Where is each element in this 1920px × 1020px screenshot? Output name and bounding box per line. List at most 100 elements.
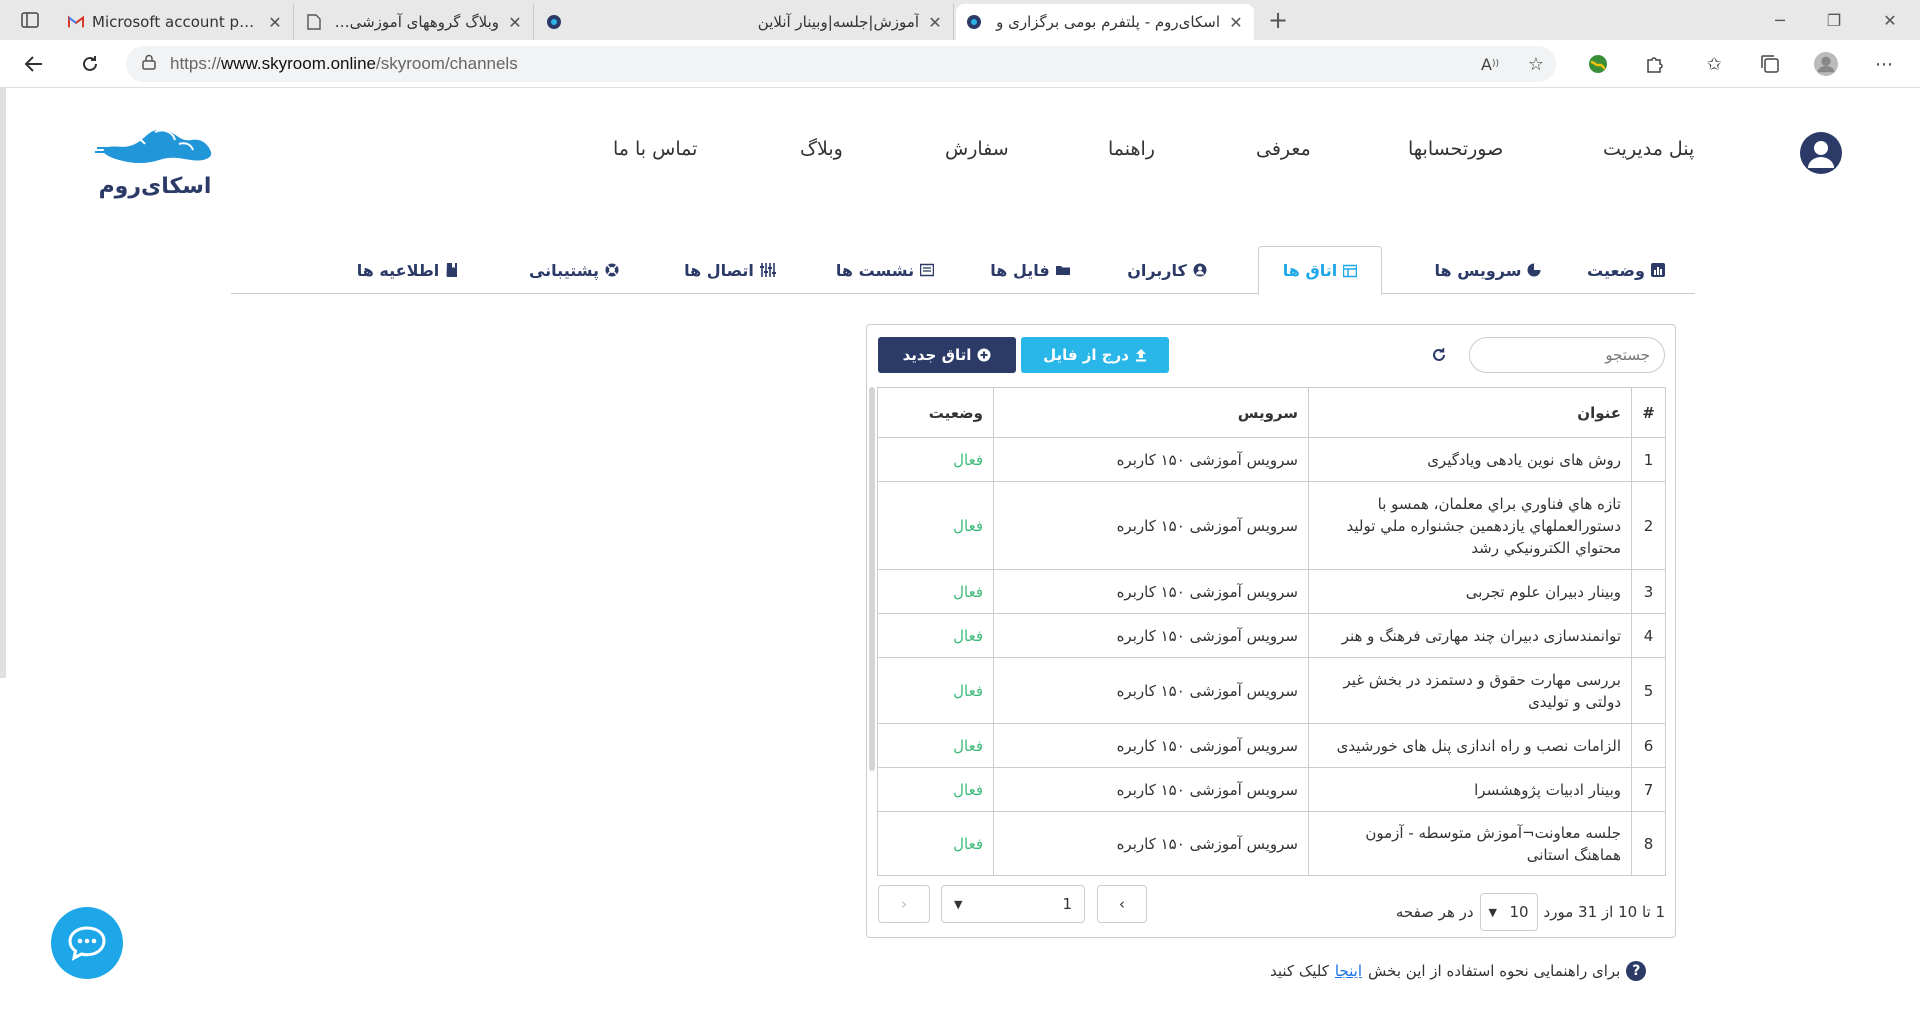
next-page-button[interactable]: ›	[1097, 885, 1147, 923]
rooms-panel: درج از فایل اتاق جدید # عنوان سرویس وضعی…	[866, 324, 1676, 938]
tab-users[interactable]: کاربران	[1107, 246, 1227, 294]
add-favorite-icon[interactable]: ☆	[1524, 52, 1548, 76]
skyroom-logo[interactable]: اسکای‌روم	[90, 118, 220, 199]
row-service: سرویس آموزشی ۱۵۰ کاربره	[993, 657, 1309, 724]
plus-circle-icon	[977, 348, 991, 362]
tab-sessions[interactable]: نشست ها	[825, 246, 945, 294]
tab-announcements[interactable]: اطلاعیه ها	[343, 246, 473, 294]
minimize-icon[interactable]: ─	[1752, 0, 1808, 40]
browser-tab-4[interactable]: اسکای‌روم - پلتفرم بومی برگزاری و ✕	[956, 4, 1254, 40]
tab-files[interactable]: فایل ها	[975, 246, 1085, 294]
col-header-service[interactable]: سرویس	[993, 387, 1309, 438]
browser-profile-icon[interactable]	[1814, 52, 1838, 76]
per-page-select[interactable]: ▼ 10	[1479, 893, 1538, 931]
lock-icon[interactable]	[142, 54, 156, 75]
url-field[interactable]: https://www.skyroom.online/skyroom/chann…	[126, 46, 1556, 82]
table-scrollbar[interactable]	[869, 387, 875, 771]
table-header-row: # عنوان سرویس وضعیت	[877, 387, 1666, 438]
extensions-puzzle-icon[interactable]	[1642, 52, 1666, 76]
prev-page-button[interactable]: ‹	[878, 885, 930, 923]
row-status: فعال	[877, 613, 994, 658]
nav-contact[interactable]: تماس با ما	[613, 138, 697, 168]
section-tabs: وضعیت سرویس ها اتاق ها کاربران فایل ها ن…	[231, 246, 1695, 295]
row-title[interactable]: الزامات نصب و راه اندازی پنل های خورشیدی	[1308, 723, 1632, 768]
favorites-icon[interactable]: ✩	[1702, 52, 1726, 76]
table-row[interactable]: 1 روش های نوین یادهی ویادگیری سرویس آموز…	[877, 437, 1666, 482]
more-menu-icon[interactable]: ⋯	[1872, 52, 1896, 76]
pagination-info: 1 تا 10 از 31 مورد ▼ 10 در هر صفحه	[1396, 893, 1665, 931]
search-input[interactable]	[1469, 337, 1665, 373]
row-title[interactable]: توانمندسازی دبیران چند مهارتی فرهنگ و هن…	[1308, 613, 1632, 658]
close-icon[interactable]: ✕	[1228, 13, 1244, 32]
tab-services[interactable]: سرویس ها	[1423, 246, 1553, 294]
row-status: فعال	[877, 767, 994, 812]
new-room-button[interactable]: اتاق جدید	[878, 337, 1016, 373]
browser-tab-2[interactable]: وبلاگ گروههای آموزشی استان کردس ✕	[296, 4, 534, 40]
row-num: 7	[1631, 767, 1666, 812]
row-title[interactable]: وبینار دبیران علوم تجربی	[1308, 569, 1632, 614]
help-link[interactable]: اینجا	[1335, 962, 1362, 980]
row-service: سرویس آموزشی ۱۵۰ کاربره	[993, 811, 1309, 876]
close-icon[interactable]: ✕	[927, 13, 943, 32]
window-close-icon[interactable]: ✕	[1862, 0, 1918, 40]
row-title[interactable]: بررسی مهارت حقوق و دستمزد در بخش غیر دول…	[1308, 657, 1632, 724]
list-box-icon	[920, 263, 935, 277]
bar-chart-icon	[1650, 263, 1665, 277]
col-header-status[interactable]: وضعیت	[877, 387, 994, 438]
page-select[interactable]: ▼ 1	[941, 885, 1085, 923]
tab-status[interactable]: وضعیت	[1566, 246, 1686, 294]
chevron-left-icon: ‹	[901, 895, 907, 913]
table-row[interactable]: 3 وبینار دبیران علوم تجربی سرویس آموزشی …	[877, 569, 1666, 614]
range-text: 1 تا 10 از 31 مورد	[1543, 903, 1665, 921]
table-row[interactable]: 7 وبینار ادبیات پژوهشسرا سرویس آموزشی ۱۵…	[877, 767, 1666, 812]
row-service: سرویس آموزشی ۱۵۰ کاربره	[993, 437, 1309, 482]
table-row[interactable]: 5 بررسی مهارت حقوق و دستمزد در بخش غیر د…	[877, 657, 1666, 724]
nav-guide[interactable]: راهنما	[1108, 138, 1155, 168]
table-row[interactable]: 4 توانمندسازی دبیران چند مهارتی فرهنگ و …	[877, 613, 1666, 658]
nav-admin-panel[interactable]: پنل مدیریت	[1603, 138, 1694, 168]
row-service: سرویس آموزشی ۱۵۰ کاربره	[993, 723, 1309, 768]
new-tab-button[interactable]: +	[1262, 4, 1294, 36]
browser-tab-3[interactable]: آموزش|جلسه|وبینار آنلاین ✕	[536, 4, 954, 40]
tab-connections[interactable]: اتصال ها	[665, 246, 795, 294]
chat-widget-button[interactable]	[51, 907, 123, 979]
row-title[interactable]: جلسه معاونت¬آموزش متوسطه - آزمون هماهنگ …	[1308, 811, 1632, 876]
close-icon[interactable]: ✕	[267, 13, 283, 32]
close-icon[interactable]: ✕	[507, 13, 523, 32]
reload-icon[interactable]	[74, 48, 106, 80]
folder-icon	[1055, 266, 1070, 275]
upload-icon	[1135, 349, 1146, 362]
row-status: فعال	[877, 657, 994, 724]
extension-globe-icon[interactable]	[1586, 52, 1610, 76]
refresh-icon[interactable]	[1427, 343, 1451, 367]
nav-order[interactable]: سفارش	[945, 138, 1009, 168]
table-row[interactable]: 6 الزامات نصب و راه اندازی پنل های خورشی…	[877, 723, 1666, 768]
chevron-down-icon: ▼	[1488, 905, 1498, 919]
row-service: سرویس آموزشی ۱۵۰ کاربره	[993, 613, 1309, 658]
logo-text: اسکای‌روم	[98, 174, 212, 199]
user-circle-icon	[1193, 263, 1207, 277]
col-header-num[interactable]: #	[1631, 387, 1666, 438]
restore-icon[interactable]: ❐	[1806, 0, 1862, 40]
page-icon	[306, 14, 322, 30]
import-from-file-button[interactable]: درج از فایل	[1021, 337, 1169, 373]
table-row[interactable]: 2 تازه هاي فناوري براي معلمان، همسو با د…	[877, 481, 1666, 570]
collections-icon[interactable]	[1758, 52, 1782, 76]
tab-rooms[interactable]: اتاق ها	[1258, 246, 1382, 295]
row-title[interactable]: وبینار ادبیات پژوهشسرا	[1308, 767, 1632, 812]
browser-tab-1[interactable]: Microsoft account password rese ✕	[58, 4, 294, 40]
row-title[interactable]: روش های نوین یادهی ویادگیری	[1308, 437, 1632, 482]
tab-support[interactable]: پشتیبانی	[509, 246, 639, 294]
read-aloud-icon[interactable]: A))	[1478, 52, 1502, 76]
row-title[interactable]: تازه هاي فناوري براي معلمان، همسو با دست…	[1308, 481, 1632, 570]
user-profile-icon[interactable]	[1800, 132, 1842, 174]
nav-blog[interactable]: وبلاگ	[800, 138, 843, 168]
row-status: فعال	[877, 811, 994, 876]
table-row[interactable]: 8 جلسه معاونت¬آموزش متوسطه - آزمون هماهن…	[877, 811, 1666, 876]
back-arrow-icon[interactable]	[18, 48, 50, 80]
nav-intro[interactable]: معرفی	[1256, 138, 1311, 168]
tab-actions-icon[interactable]	[14, 4, 46, 36]
nav-invoices[interactable]: صورتحسابها	[1408, 138, 1503, 168]
col-header-title[interactable]: عنوان	[1308, 387, 1632, 438]
per-page-label: در هر صفحه	[1395, 903, 1474, 921]
